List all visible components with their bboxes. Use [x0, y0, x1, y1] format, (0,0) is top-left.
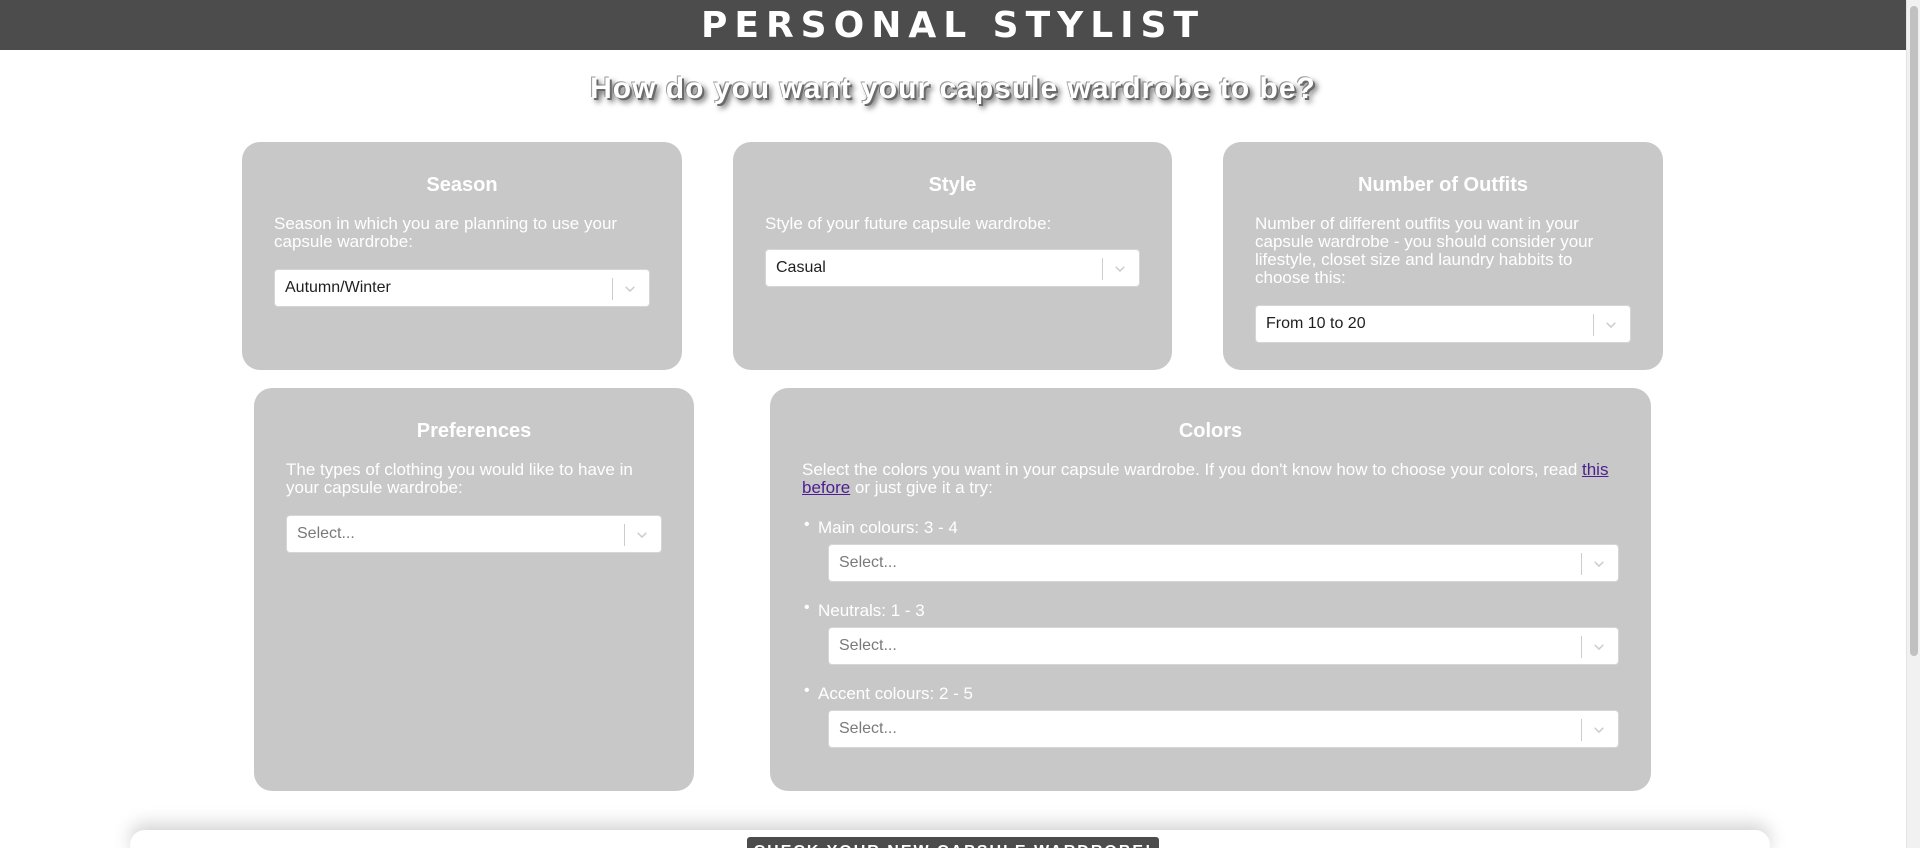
chevron-down-icon[interactable]	[1592, 640, 1606, 654]
app-title: PERSONAL STYLIST	[700, 4, 1206, 46]
season-select-value: Autumn/Winter	[285, 279, 391, 296]
neutrals-placeholder: Select...	[839, 637, 897, 654]
outfits-select[interactable]: From 10 to 20	[1255, 305, 1631, 343]
list-item: Neutrals: 1 - 3 Select...	[802, 599, 1619, 665]
select-separator	[1581, 636, 1582, 658]
app-header: PERSONAL STYLIST	[0, 0, 1906, 50]
select-separator	[1102, 258, 1103, 280]
preferences-card: Preferences The types of clothing you wo…	[254, 388, 694, 791]
select-separator	[624, 524, 625, 546]
style-select[interactable]: Casual	[765, 249, 1140, 287]
page-subtitle: How do you want your capsule wardrobe to…	[590, 72, 1316, 105]
main-colours-placeholder: Select...	[839, 554, 897, 571]
outfits-select-value: From 10 to 20	[1266, 315, 1366, 332]
chevron-down-icon[interactable]	[635, 528, 649, 542]
select-separator	[1581, 719, 1582, 741]
check-wardrobe-button[interactable]: CHECK YOUR NEW CAPSULE WARDROBE!	[747, 837, 1159, 848]
select-separator	[1581, 553, 1582, 575]
select-separator	[1593, 314, 1594, 336]
outfits-card: Number of Outfits Number of different ou…	[1223, 142, 1663, 370]
season-select[interactable]: Autumn/Winter	[274, 269, 650, 307]
style-card: Style Style of your future capsule wardr…	[733, 142, 1172, 370]
main-colours-select[interactable]: Select...	[828, 544, 1619, 582]
accent-colours-select[interactable]: Select...	[828, 710, 1619, 748]
outfits-description: Number of different outfits you want in …	[1255, 214, 1594, 287]
season-card: Season Season in which you are planning …	[242, 142, 682, 370]
accent-colours-placeholder: Select...	[839, 720, 897, 737]
colors-description: Select the colors you want in your capsu…	[802, 461, 1619, 497]
scrollbar-thumb[interactable]	[1910, 6, 1918, 656]
season-description: Season in which you are planning to use …	[274, 214, 618, 251]
chevron-down-icon[interactable]	[1592, 723, 1606, 737]
page-scrollbar[interactable]	[1906, 0, 1920, 848]
season-title: Season	[426, 174, 498, 196]
accent-colours-label: Accent colours: 2 - 5	[818, 684, 973, 703]
chevron-down-icon[interactable]	[1604, 318, 1618, 332]
colors-description-text: Select the colors you want in your capsu…	[802, 460, 1582, 479]
colors-title: Colors	[1178, 420, 1243, 442]
preferences-description: The types of clothing you would like to …	[286, 460, 633, 497]
style-select-value: Casual	[776, 259, 826, 276]
chevron-down-icon[interactable]	[1113, 262, 1127, 276]
preferences-select[interactable]: Select...	[286, 515, 662, 553]
preferences-title: Preferences	[416, 420, 532, 442]
colors-list: Main colours: 3 - 4 Select... Neutrals: …	[802, 516, 1619, 748]
colors-card: Colors Select the colors you want in you…	[770, 388, 1651, 791]
preferences-select-placeholder: Select...	[297, 525, 355, 542]
neutrals-select[interactable]: Select...	[828, 627, 1619, 665]
outfits-title: Number of Outfits	[1358, 174, 1528, 196]
style-description: Style of your future capsule wardrobe:	[765, 214, 1052, 233]
select-separator	[612, 278, 613, 300]
style-title: Style	[928, 174, 977, 196]
colors-description-tail: or just give it a try:	[850, 478, 993, 497]
neutrals-label: Neutrals: 1 - 3	[818, 601, 925, 620]
chevron-down-icon[interactable]	[623, 282, 637, 296]
list-item: Main colours: 3 - 4 Select...	[802, 516, 1619, 582]
list-item: Accent colours: 2 - 5 Select...	[802, 682, 1619, 748]
main-colours-label: Main colours: 3 - 4	[818, 518, 958, 537]
chevron-down-icon[interactable]	[1592, 557, 1606, 571]
